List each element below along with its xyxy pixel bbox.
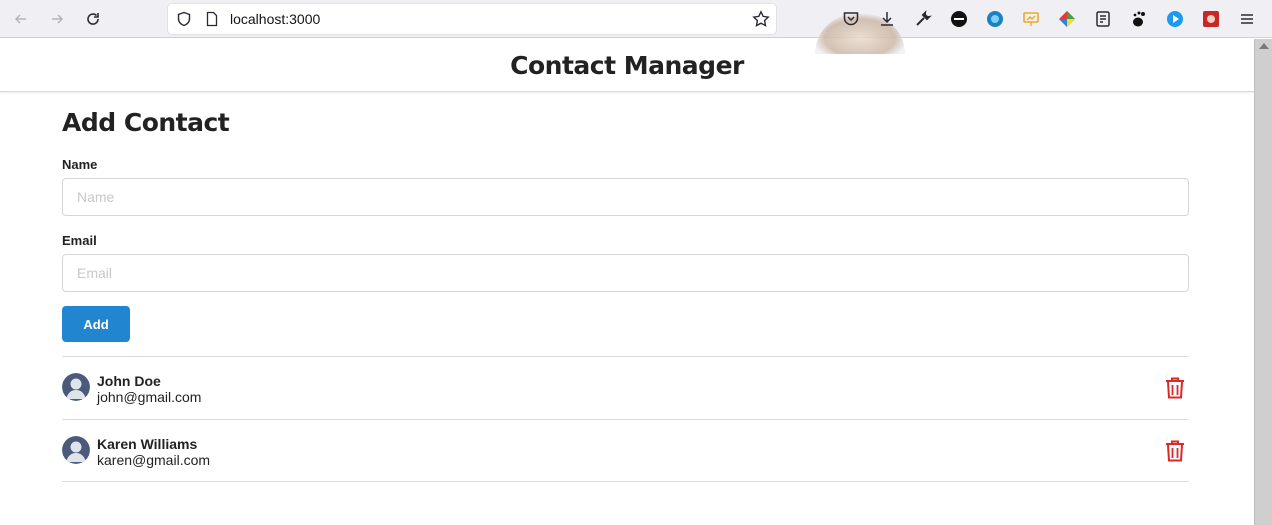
extension-twd[interactable] xyxy=(948,8,970,30)
extension-colors[interactable] xyxy=(1056,8,1078,30)
extension-presentation[interactable] xyxy=(1020,8,1042,30)
app-header: Contact Manager xyxy=(0,39,1254,92)
email-label: Email xyxy=(62,233,97,248)
color-picker-extension-icon xyxy=(1059,11,1075,27)
name-input[interactable] xyxy=(62,178,1189,216)
scrollbar[interactable] xyxy=(1254,39,1272,525)
play-extension-icon xyxy=(1167,11,1183,27)
extension-globe[interactable] xyxy=(984,8,1006,30)
hamburger-menu-icon xyxy=(1241,14,1253,24)
form-title: Add Contact xyxy=(62,108,230,137)
avatar xyxy=(62,436,90,464)
trash-icon[interactable] xyxy=(1165,440,1185,462)
pocket-icon xyxy=(843,12,859,26)
presentation-extension-icon xyxy=(1023,12,1039,26)
email-input[interactable] xyxy=(62,254,1189,292)
arrow-right-icon xyxy=(52,14,64,24)
mosaic-extension-icon xyxy=(1203,11,1219,27)
menu-button[interactable] xyxy=(1236,8,1258,30)
list-item: John Doe john@gmail.com xyxy=(62,356,1189,419)
add-button[interactable]: Add xyxy=(62,306,130,342)
page-title: Contact Manager xyxy=(510,51,744,80)
url-text[interactable]: localhost:3000 xyxy=(230,11,320,27)
address-bar[interactable]: localhost:3000 xyxy=(168,4,776,34)
extension-notes[interactable] xyxy=(1092,8,1114,30)
extension-mosaic[interactable] xyxy=(1200,8,1222,30)
browser-toolbar: localhost:3000 xyxy=(0,0,1272,54)
pocket-button[interactable] xyxy=(840,8,862,30)
scroll-up-arrow-icon[interactable] xyxy=(1259,43,1269,49)
avatar xyxy=(62,373,90,401)
page-icon xyxy=(206,11,218,27)
notes-extension-icon xyxy=(1096,11,1110,27)
extension-gnome[interactable] xyxy=(1128,8,1150,30)
download-icon xyxy=(881,12,893,26)
reload-icon xyxy=(87,13,99,25)
arrow-left-icon xyxy=(14,14,26,24)
contact-email: john@gmail.com xyxy=(97,389,202,405)
contact-email: karen@gmail.com xyxy=(97,452,211,468)
wrench-icon xyxy=(916,10,932,26)
back-button[interactable] xyxy=(9,7,33,31)
star-icon[interactable] xyxy=(752,10,770,28)
reload-button[interactable] xyxy=(81,7,105,31)
forward-button[interactable] xyxy=(45,7,69,31)
foot-extension-icon xyxy=(1133,11,1145,27)
tools-button[interactable] xyxy=(912,8,934,30)
contact-name: John Doe xyxy=(97,373,161,389)
trash-icon[interactable] xyxy=(1165,377,1185,399)
shield-icon[interactable] xyxy=(176,11,192,27)
globe-extension-icon xyxy=(987,11,1003,27)
extension-play[interactable] xyxy=(1164,8,1186,30)
contact-name: Karen Williams xyxy=(97,436,198,452)
name-label: Name xyxy=(62,157,98,172)
twd-extension-icon xyxy=(951,11,967,27)
downloads-button[interactable] xyxy=(876,8,898,30)
list-item: Karen Williams karen@gmail.com xyxy=(62,419,1189,482)
contact-list: John Doe john@gmail.com Karen Williams k… xyxy=(62,356,1189,482)
